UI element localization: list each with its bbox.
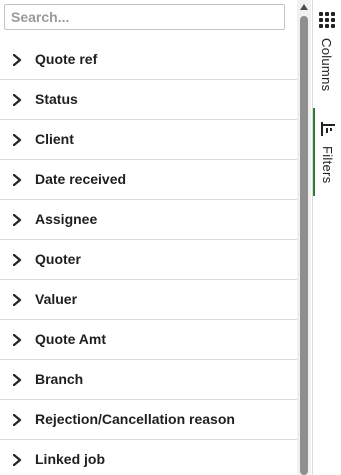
field-label: Quote ref	[35, 51, 98, 67]
scroll-up-arrow-icon[interactable]	[300, 4, 308, 10]
field-label: Linked job	[35, 451, 105, 467]
field-label: Client	[35, 131, 74, 147]
tab-columns-label: Columns	[319, 38, 334, 92]
field-label: Valuer	[35, 291, 78, 307]
search-input[interactable]	[4, 4, 285, 30]
field-label: Assignee	[35, 211, 98, 227]
list-item[interactable]: Valuer	[0, 280, 297, 320]
side-bar: Columns Filters	[312, 0, 341, 475]
list-item[interactable]: Quoter	[0, 240, 297, 280]
field-label: Rejection/Cancellation reason	[35, 411, 235, 427]
chevron-right-icon[interactable]	[11, 373, 23, 387]
chevron-right-icon[interactable]	[11, 413, 23, 427]
tab-columns[interactable]: Columns	[313, 0, 341, 100]
tab-filters[interactable]: Filters	[313, 108, 341, 196]
field-label: Quoter	[35, 251, 81, 267]
list-item[interactable]: Rejection/Cancellation reason	[0, 400, 297, 440]
filter-icon	[321, 122, 335, 136]
list-item[interactable]: Status	[0, 80, 297, 120]
field-label: Branch	[35, 371, 84, 387]
chevron-right-icon[interactable]	[11, 93, 23, 107]
chevron-right-icon[interactable]	[11, 333, 23, 347]
tab-filters-label: Filters	[320, 146, 335, 184]
chevron-right-icon[interactable]	[11, 173, 23, 187]
field-label: Quote Amt	[35, 331, 107, 347]
list-item[interactable]: Assignee	[0, 200, 297, 240]
scroll-thumb[interactable]	[300, 16, 308, 475]
column-list-panel: Quote ref Status Client Date received As…	[0, 0, 297, 475]
field-list: Quote ref Status Client Date received As…	[0, 40, 297, 475]
chevron-right-icon[interactable]	[11, 53, 23, 67]
vertical-scrollbar[interactable]	[297, 0, 311, 475]
chevron-right-icon[interactable]	[11, 293, 23, 307]
chevron-right-icon[interactable]	[11, 453, 23, 467]
grid-icon	[319, 12, 335, 28]
chevron-right-icon[interactable]	[11, 133, 23, 147]
search-bar	[0, 0, 297, 41]
list-item[interactable]: Linked job	[0, 440, 297, 475]
field-label: Date received	[35, 171, 127, 187]
list-item[interactable]: Date received	[0, 160, 297, 200]
list-item[interactable]: Quote ref	[0, 40, 297, 80]
field-label: Status	[35, 91, 78, 107]
chevron-right-icon[interactable]	[11, 253, 23, 267]
chevron-right-icon[interactable]	[11, 213, 23, 227]
list-item[interactable]: Branch	[0, 360, 297, 400]
list-item[interactable]: Client	[0, 120, 297, 160]
list-item[interactable]: Quote Amt	[0, 320, 297, 360]
